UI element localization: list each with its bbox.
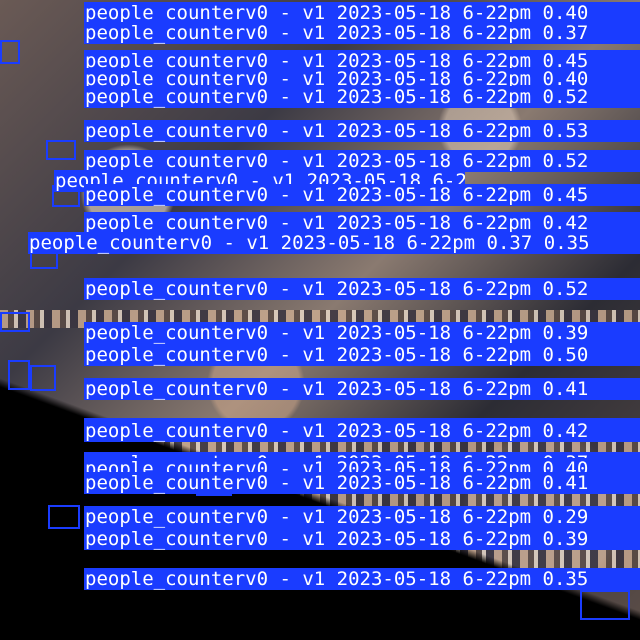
detection-label: people_counterv0 - v1 2023-05-18 6-22pm …	[84, 378, 640, 400]
detection-label: people_counterv0 - v1 2023-05-18 6-22pm …	[84, 184, 640, 206]
detection-label: people_counterv0 - v1 2023-05-18 6-22pm …	[84, 506, 640, 528]
detection-label: people_counterv0 - v1 2023-05-18 6-22pm …	[28, 232, 640, 254]
detection-label: people_counterv0 - v1 2023-05-18 6-22pm …	[84, 86, 640, 108]
detection-label: people_counterv0 - v1 2023-05-18 6-22pm …	[84, 344, 640, 366]
detection-label: people_counterv0 - v1 2023-05-18 6-22pm …	[84, 420, 640, 442]
detection-label: people_counterv0 - v1 2023-05-18 6-22pm …	[84, 150, 640, 172]
detection-box	[30, 365, 56, 391]
detection-label: people_counterv0 - v1 2023-05-18 6-22pm …	[84, 120, 640, 142]
detection-box	[48, 505, 80, 529]
detection-label: people_counterv0 - v1 2023-05-18 6-22pm …	[84, 278, 640, 300]
detection-label: people_counterv0 - v1 2023-05-18 6-22pm …	[84, 322, 640, 344]
detection-label: people_counterv0 - v1 2023-05-18 6-22pm …	[84, 22, 640, 44]
detection-box	[8, 360, 30, 390]
detection-box	[0, 40, 20, 64]
detection-label: people_counterv0 - v1 2023-05-18 6-22pm …	[84, 2, 640, 24]
detection-label: people_counterv0 - v1 2023-05-18 6-22pm …	[84, 568, 640, 590]
detection-label: people_counterv0 - v1 2023-05-18 6-22pm …	[84, 212, 640, 234]
detection-box	[0, 312, 30, 332]
detection-box	[580, 590, 630, 620]
detection-label: people_counterv0 - v1 2023-05-18 6-22pm …	[84, 472, 640, 494]
detection-label: people_counterv0 - v1 2023-05-18 6-22pm …	[84, 528, 640, 550]
detection-box	[46, 140, 76, 160]
